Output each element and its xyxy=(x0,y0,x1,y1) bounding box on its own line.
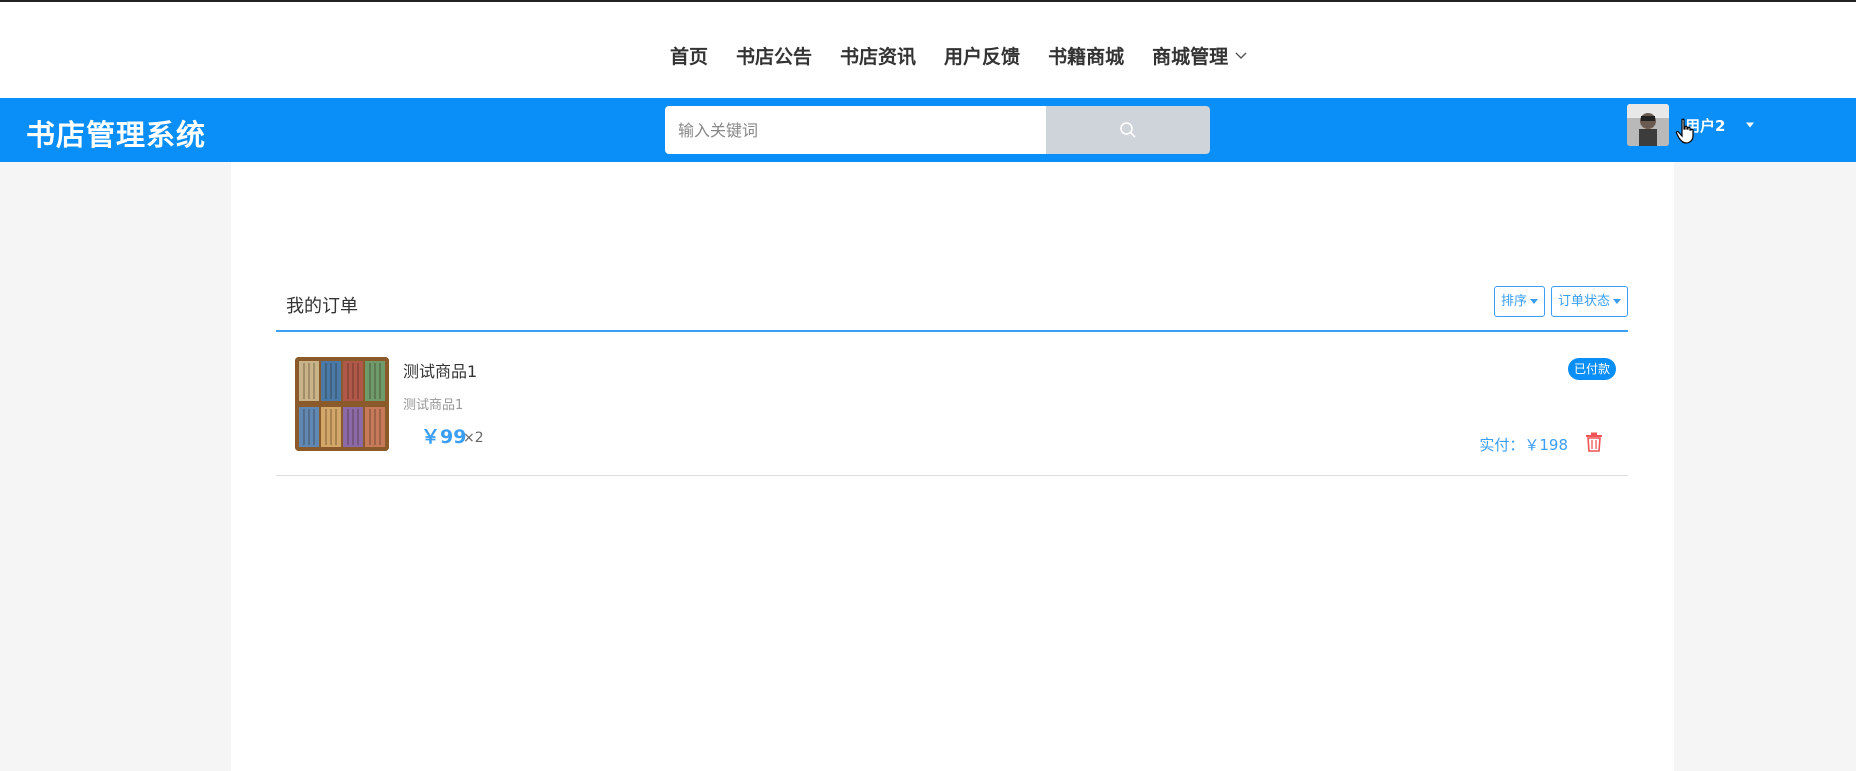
mouse-pointer-icon xyxy=(1675,118,1694,144)
nav-item-label: 书店公告 xyxy=(736,46,813,68)
order-status-dropdown[interactable]: 订单状态 xyxy=(1550,286,1628,317)
top-nav-bar: 首页 书店公告 书店资讯 用户反馈 书籍商城 商城管理 xyxy=(0,0,1856,98)
order-row[interactable]: 测试商品1 测试商品1 ￥99 ×2 已付款 实付：￥198 xyxy=(276,332,1628,476)
nav-item-label: 首页 xyxy=(670,46,709,68)
nav-item-label: 书籍商城 xyxy=(1048,46,1125,68)
nav-item-label: 用户反馈 xyxy=(944,46,1021,68)
site-logo[interactable]: 书店管理系统 xyxy=(26,112,206,154)
product-subtitle: 测试商品1 xyxy=(403,398,464,413)
order-status-label: 订单状态 xyxy=(1557,294,1610,309)
paid-amount: 实付：￥198 xyxy=(1479,434,1568,455)
search-input[interactable] xyxy=(665,106,1046,154)
caret-down-icon xyxy=(1529,299,1538,304)
nav-item-mall-management[interactable]: 商城管理 xyxy=(1152,42,1248,69)
product-quantity: ×2 xyxy=(463,430,484,446)
avatar-image xyxy=(1627,104,1669,146)
avatar[interactable] xyxy=(1627,104,1669,146)
status-badge: 已付款 xyxy=(1567,358,1616,380)
chevron-down-icon xyxy=(1235,52,1247,59)
nav-item-label: 书店资讯 xyxy=(840,46,917,68)
product-name[interactable]: 测试商品1 xyxy=(403,358,477,382)
search-icon xyxy=(1120,122,1136,138)
paid-value: ￥198 xyxy=(1524,436,1568,454)
nav-item-news[interactable]: 书店资讯 xyxy=(840,42,916,69)
search-box xyxy=(665,106,1210,154)
main-nav: 首页 书店公告 书店资讯 用户反馈 书籍商城 商城管理 xyxy=(670,42,1276,69)
order-filter-group: 排序 订单状态 xyxy=(1488,286,1628,317)
page-title: 我的订单 xyxy=(286,296,358,317)
my-orders-section: 我的订单 排序 订单状态 测试商品1 测试商品1 ￥99 ×2 已付款 实付：￥… xyxy=(276,278,1628,476)
header-bar: 书店管理系统 用户2 xyxy=(0,98,1856,162)
nav-item-label: 商城管理 xyxy=(1152,46,1229,68)
trash-icon[interactable] xyxy=(1585,432,1603,452)
paid-label: 实付： xyxy=(1479,436,1525,454)
bookshelf-image xyxy=(295,357,389,451)
orders-header: 我的订单 排序 订单状态 xyxy=(276,278,1628,332)
sort-dropdown[interactable]: 排序 xyxy=(1493,286,1545,317)
main-content: 我的订单 排序 订单状态 测试商品1 测试商品1 ￥99 ×2 已付款 实付：￥… xyxy=(231,162,1674,771)
caret-down-icon xyxy=(1613,299,1621,304)
search-button[interactable] xyxy=(1046,106,1210,154)
nav-item-home[interactable]: 首页 xyxy=(670,42,708,69)
nav-item-feedback[interactable]: 用户反馈 xyxy=(944,42,1020,69)
nav-item-bookstore[interactable]: 书籍商城 xyxy=(1048,42,1124,69)
nav-item-announcements[interactable]: 书店公告 xyxy=(736,42,812,69)
caret-down-icon[interactable] xyxy=(1745,122,1755,128)
product-image[interactable] xyxy=(295,357,389,451)
sort-label: 排序 xyxy=(1500,294,1527,309)
product-price: ￥99 xyxy=(421,426,467,448)
